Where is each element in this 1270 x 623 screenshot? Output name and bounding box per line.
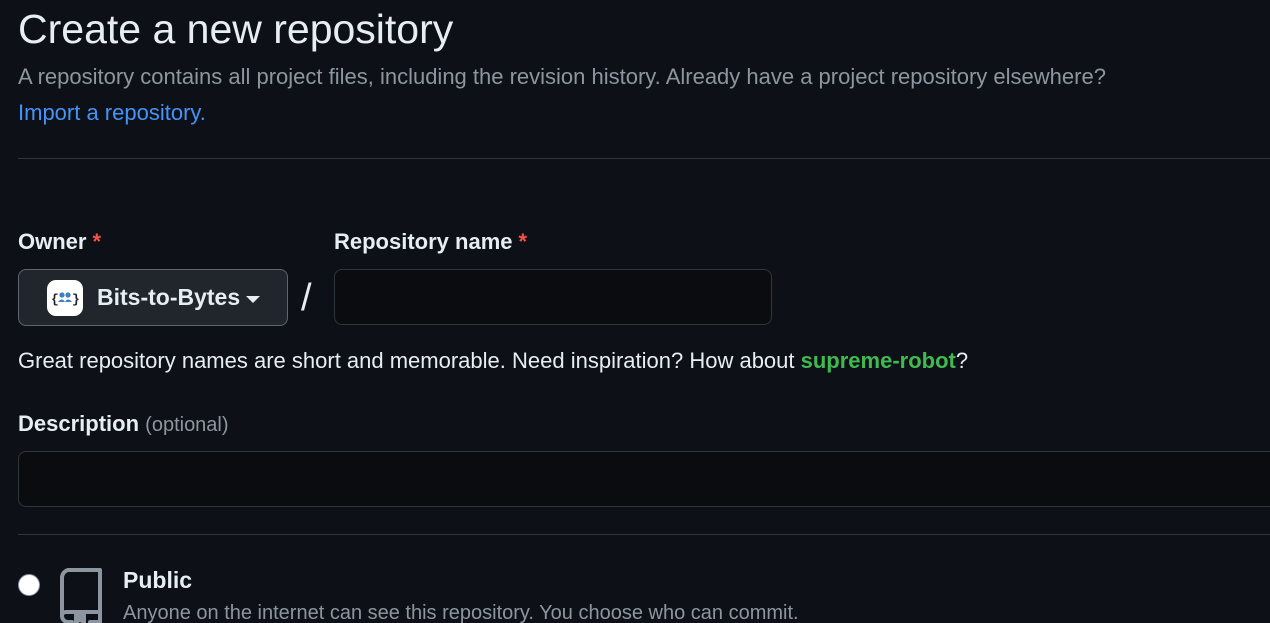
description-label-text: Description xyxy=(18,411,140,436)
chevron-down-icon xyxy=(246,295,261,303)
owner-name: Bits-to-Bytes xyxy=(97,284,241,310)
header-divider xyxy=(18,158,1270,159)
svg-text:}: } xyxy=(72,292,80,307)
owner-label-text: Owner xyxy=(18,229,87,254)
owner-repo-separator: / xyxy=(301,277,312,319)
org-logo-icon: { } xyxy=(51,292,80,307)
repo-name-label-text: Repository name xyxy=(334,229,513,254)
description-input[interactable] xyxy=(18,451,1270,507)
import-repository-link[interactable]: Import a repository. xyxy=(18,98,206,128)
page-title: Create a new repository xyxy=(18,6,454,52)
hint-text: Great repository names are short and mem… xyxy=(18,348,801,373)
new-repository-page: Create a new repository A repository con… xyxy=(0,0,1270,623)
owner-avatar: { } xyxy=(47,279,83,316)
repo-name-label: Repository name * xyxy=(334,227,527,257)
owner-dropdown-button[interactable]: { } Bits-to-Bytes xyxy=(18,269,288,326)
description-optional-note: (optional) xyxy=(145,414,229,436)
public-title: Public xyxy=(123,567,193,593)
description-label: Description (optional) xyxy=(18,409,229,440)
owner-required-mark: * xyxy=(92,229,102,254)
public-radio[interactable] xyxy=(18,574,40,596)
repo-name-hint: Great repository names are short and mem… xyxy=(18,346,968,376)
hint-suffix: ? xyxy=(955,348,969,373)
repo-name-input[interactable] xyxy=(334,269,772,325)
name-suggestion-link[interactable]: supreme-robot xyxy=(801,348,956,373)
repo-name-required-mark: * xyxy=(518,229,528,254)
owner-label: Owner * xyxy=(18,227,101,257)
visibility-divider xyxy=(18,534,1270,535)
page-subtitle: A repository contains all project files,… xyxy=(18,64,1106,89)
repo-icon xyxy=(60,568,102,623)
public-description: Anyone on the internet can see this repo… xyxy=(123,602,799,623)
svg-text:{: { xyxy=(51,292,59,307)
